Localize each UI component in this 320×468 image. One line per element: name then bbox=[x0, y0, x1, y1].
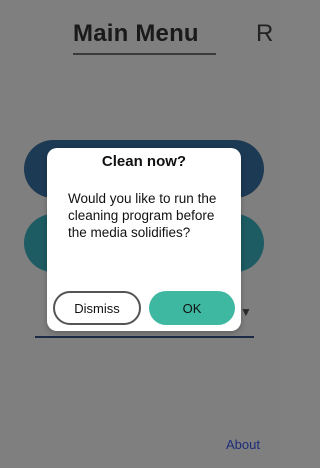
dropdown-underline bbox=[35, 336, 254, 338]
dialog-title: Clean now? bbox=[101, 153, 187, 170]
dismiss-button[interactable]: Dismiss bbox=[53, 291, 141, 325]
dialog-message: Would you like to run the cleaning progr… bbox=[68, 191, 217, 240]
about-link[interactable]: About bbox=[226, 437, 260, 452]
header: Main Menu R bbox=[0, 0, 279, 60]
ok-button[interactable]: OK bbox=[149, 291, 235, 325]
corner-label: R bbox=[256, 20, 274, 47]
clean-dialog: Clean now? Would you like to run the cle… bbox=[47, 148, 241, 331]
dropdown-caret-icon: ▼ bbox=[240, 305, 252, 319]
page-title: Main Menu bbox=[73, 20, 199, 47]
screen: Main Menu R ▼ About Clean now? Would you… bbox=[0, 0, 279, 468]
title-underline bbox=[73, 53, 216, 55]
